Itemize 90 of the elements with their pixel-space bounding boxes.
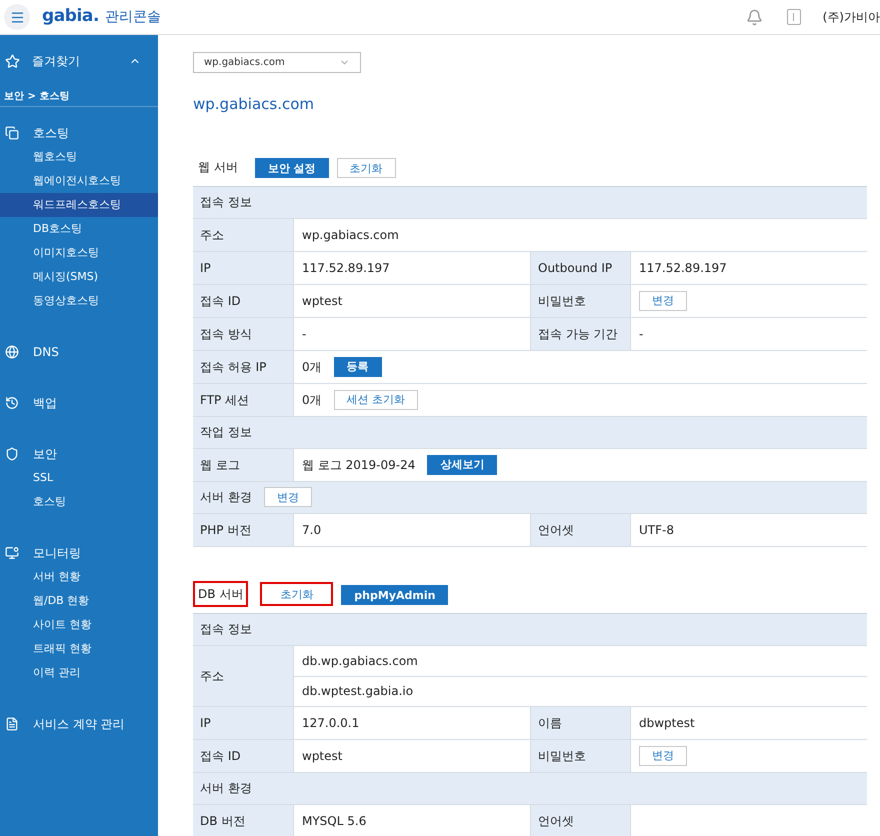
label-cell: Outbound IP [530, 252, 630, 284]
sidebar-subitem[interactable]: 웹호스팅 [0, 145, 158, 169]
primary-button[interactable]: 보안 설정 [254, 158, 329, 178]
globe-icon [5, 345, 19, 359]
label-cell: PHP 버전 [193, 514, 293, 546]
label-cell: 접속 ID [193, 740, 293, 772]
outline-button[interactable]: 변경 [639, 290, 687, 310]
value-cell-text: - [639, 326, 644, 342]
sidebar-subitem[interactable]: 호스팅 [0, 490, 158, 514]
domain-select[interactable]: wp.gabiacs.com [193, 52, 361, 73]
breadcrumb: 보안 > 호스팅 [4, 90, 70, 104]
sidebar-subitem[interactable]: 트래픽 현황 [0, 637, 158, 661]
label-cell: FTP 세션 [193, 384, 293, 416]
sidebar-subitem[interactable]: 메시징(SMS) [0, 265, 158, 289]
label-cell: 접속 허용 IP [193, 350, 293, 382]
label-cell: 접속 가능 기간 [530, 318, 630, 350]
label-cell: IP [193, 252, 293, 284]
menu-icon[interactable] [4, 4, 30, 30]
section-label: 작업 정보 [200, 424, 252, 441]
sidebar-item[interactable]: DNS [33, 343, 59, 361]
page-title: wp.gabiacs.com [193, 94, 316, 115]
section-label: 서버 환경 [200, 780, 252, 797]
primary-button[interactable]: 등록 [334, 356, 382, 376]
sidebar-subitem[interactable]: 사이트 현황 [0, 613, 158, 637]
sidebar-subitem[interactable]: 이미지호스팅 [0, 241, 158, 265]
label-cell: 접속 방식 [193, 318, 293, 350]
sidebar-subitem[interactable]: 서버 현황 [0, 565, 158, 589]
sidebar-item[interactable]: 보안 [33, 445, 57, 463]
value-cell-text: wp.gabiacs.com [302, 226, 399, 244]
value-cell-text: dbwptest [639, 714, 695, 732]
label-cell: 언어셋 [530, 514, 630, 546]
value-cell-text: wptest [302, 292, 342, 310]
sidebar-item[interactable]: 백업 [33, 394, 57, 412]
primary-button[interactable]: 상세보기 [427, 454, 498, 474]
outline-button[interactable]: 초기화 [260, 582, 334, 606]
value-cell-text: wptest [302, 748, 342, 764]
document-icon [5, 717, 19, 731]
history-icon [5, 396, 19, 410]
value-cell-text: 0개 [302, 392, 322, 408]
sidebar-subitem[interactable]: SSL [0, 466, 158, 490]
sidebar-subitem[interactable]: 웹/DB 현황 [0, 589, 158, 613]
label-cell: 주소 [193, 218, 293, 250]
copy-icon [5, 126, 19, 140]
section-label: 서버 환경 [200, 489, 252, 506]
section-title: 웹 서버 [197, 158, 239, 176]
value-cell-text: - [302, 326, 306, 342]
sidebar-subitem[interactable]: 워드프레스호스팅 [0, 193, 158, 217]
sidebar-subitem[interactable]: 이력 관리 [0, 661, 158, 685]
value-cell-text: 117.52.89.197 [639, 260, 727, 276]
outline-button[interactable]: 변경 [639, 746, 687, 766]
sidebar-item[interactable]: 서비스 계약 관리 [33, 715, 125, 733]
sidebar-item[interactable]: 호스팅 [33, 124, 69, 142]
label-cell: IP [193, 706, 293, 738]
monitor-icon [5, 546, 19, 560]
outline-button[interactable]: 변경 [264, 487, 312, 507]
section-label: 접속 정보 [200, 621, 252, 638]
primary-button[interactable]: phpMyAdmin [341, 585, 448, 605]
section-title: DB 서버 [193, 580, 248, 606]
value-cell-text: 0개 [302, 358, 322, 376]
app-title: 관리콘솔 [105, 8, 162, 26]
value-cell-text: UTF-8 [639, 522, 674, 538]
label-cell: 주소 [193, 646, 293, 706]
info-icon[interactable] [786, 9, 801, 25]
value-cell-text: 127.0.0.1 [302, 714, 360, 732]
logo: gabia. [42, 5, 100, 28]
label-cell: 비밀번호 [530, 740, 630, 772]
sidebar-item[interactable]: 즐겨찾기 [32, 52, 117, 70]
sidebar-subitem[interactable]: 웹에이전시호스팅 [0, 169, 158, 193]
label-cell: 접속 ID [193, 284, 293, 316]
outline-button[interactable]: 세션 초기화 [334, 390, 418, 410]
shield-icon [5, 447, 19, 461]
star-icon [5, 54, 20, 68]
sidebar-subitem[interactable]: DB호스팅 [0, 217, 158, 241]
value-cell-text: MYSQL 5.6 [302, 812, 366, 830]
value-cell-text: 7.0 [302, 522, 322, 538]
label-cell: DB 버전 [193, 804, 293, 836]
sidebar-item[interactable]: 모니터링 [33, 544, 81, 562]
company-name[interactable]: (주)가비아 [822, 8, 880, 26]
value-cell-text: db.wptest.gabia.io [302, 683, 414, 700]
value-cell-text: db.wp.gabiacs.com [302, 652, 418, 670]
bell-icon[interactable] [746, 8, 763, 26]
label-cell: 이름 [530, 706, 630, 738]
section-label: 접속 정보 [200, 194, 252, 211]
value-cell-text: 웹 로그 2019-09-24 [302, 456, 416, 474]
label-cell: 비밀번호 [530, 284, 630, 316]
sidebar-subitem[interactable]: 동영상호스팅 [0, 289, 158, 313]
value-cell-text: 117.52.89.197 [302, 260, 390, 276]
outline-button[interactable]: 초기화 [336, 158, 396, 178]
label-cell: 언어셋 [530, 804, 630, 836]
label-cell: 웹 로그 [193, 448, 293, 480]
